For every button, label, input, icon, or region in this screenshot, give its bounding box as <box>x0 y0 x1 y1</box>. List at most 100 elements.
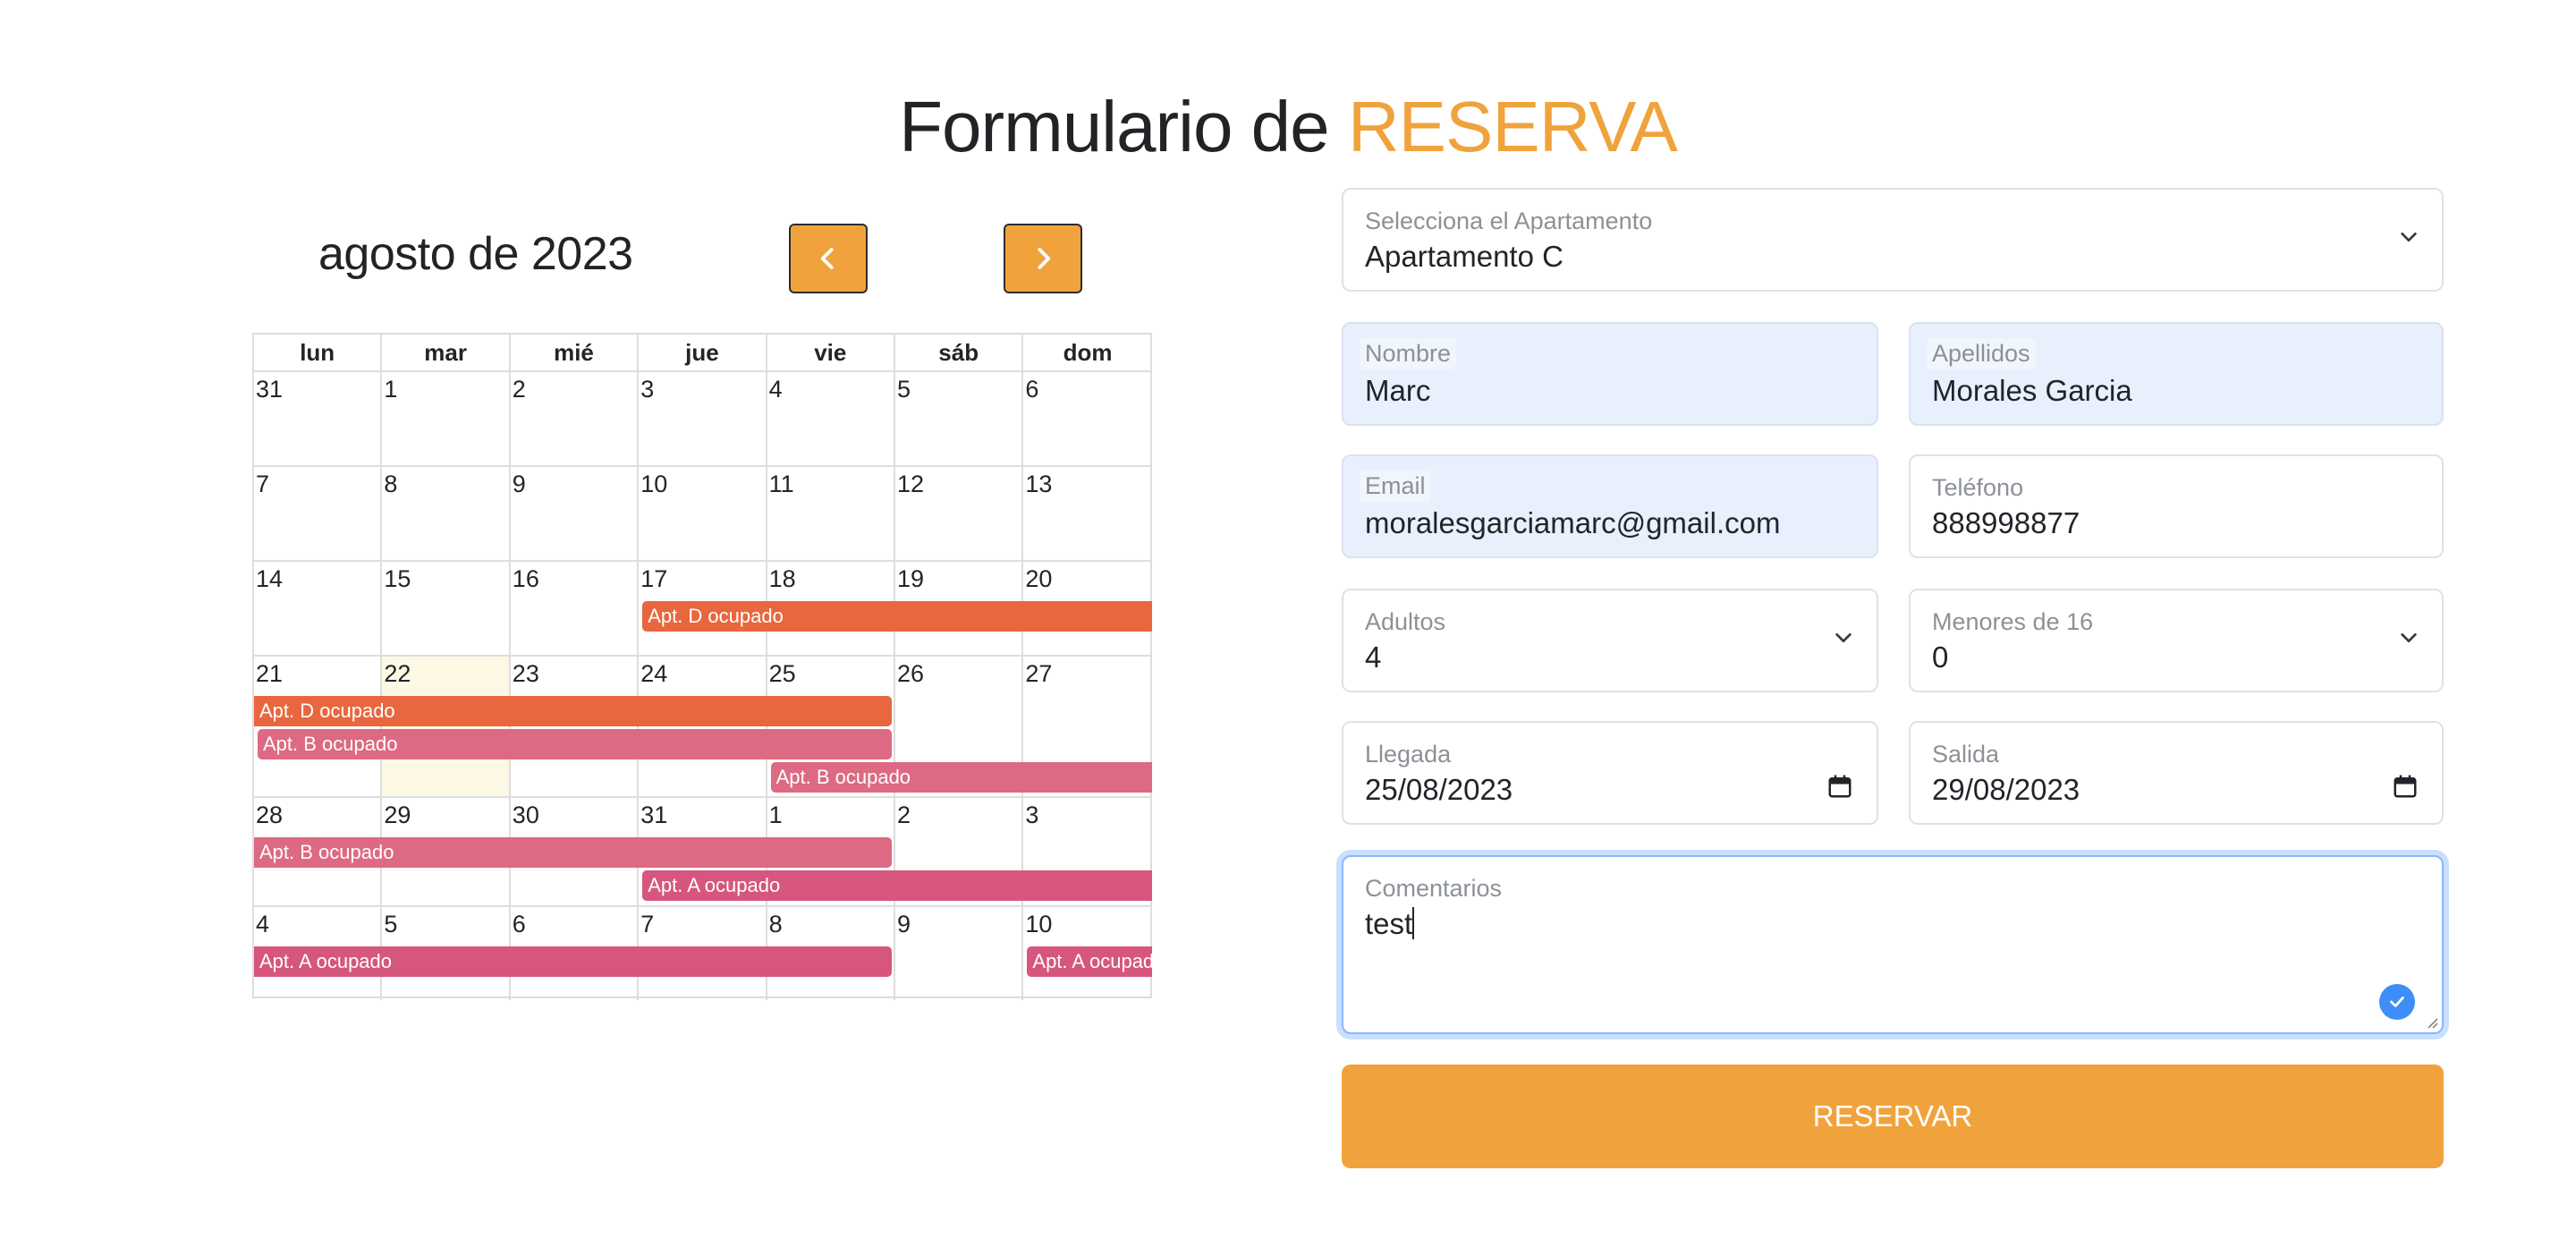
calendar-day-cell[interactable]: 14 <box>254 562 383 657</box>
adultos-value: 4 <box>1365 640 1382 674</box>
day-number: 7 <box>256 471 270 497</box>
day-number: 7 <box>640 911 655 937</box>
day-number: 6 <box>512 911 526 937</box>
calendar-day-cell[interactable]: 5 <box>895 372 1024 467</box>
apellidos-field[interactable]: Apellidos Morales Garcia <box>1909 322 2444 426</box>
day-number: 15 <box>384 565 411 592</box>
calendar-icon[interactable] <box>2392 773 2419 800</box>
booking-event[interactable]: Apt. A ocupado <box>642 870 1152 901</box>
day-number: 6 <box>1025 376 1039 403</box>
reservar-button[interactable]: RESERVAR <box>1342 1065 2444 1168</box>
day-number: 8 <box>768 911 783 937</box>
next-month-button[interactable] <box>1004 224 1082 293</box>
day-number: 5 <box>384 911 398 937</box>
day-number: 25 <box>768 660 796 687</box>
nombre-field[interactable]: Nombre Marc <box>1342 322 1878 426</box>
calendar-day-cell[interactable]: 3 <box>639 372 767 467</box>
apartment-select[interactable]: Selecciona el Apartamento Apartamento C <box>1342 188 2444 292</box>
day-number: 1 <box>768 802 783 828</box>
calendar-day-cell[interactable]: 4 <box>767 372 895 467</box>
calendar-icon[interactable] <box>1826 773 1853 800</box>
telefono-field[interactable]: Teléfono 888998877 <box>1909 454 2444 558</box>
day-number: 1 <box>384 376 398 403</box>
comentarios-text: test <box>1365 907 1413 940</box>
page-title-prefix: Formulario de <box>899 87 1330 166</box>
weekday-header: sáb <box>895 335 1024 372</box>
booking-event[interactable]: Apt. D ocupado <box>254 696 892 726</box>
salida-label: Salida <box>1932 741 2000 768</box>
day-number: 11 <box>768 471 794 497</box>
day-number: 13 <box>1025 471 1053 497</box>
calendar-day-cell[interactable]: 23 <box>510 657 640 798</box>
calendar-day-cell[interactable]: 1 <box>382 372 511 467</box>
calendar-day-cell[interactable]: 24 <box>639 657 767 798</box>
calendar-day-cell[interactable]: 11 <box>767 467 895 562</box>
nombre-value: Marc <box>1365 374 1431 407</box>
day-number: 5 <box>897 376 911 403</box>
calendar-day-cell[interactable]: 8 <box>382 467 511 562</box>
llegada-date-input[interactable]: Llegada 25/08/2023 <box>1342 721 1878 825</box>
booking-event[interactable]: Apt. D ocupado <box>642 601 1152 632</box>
booking-event[interactable]: Apt. B ocupado <box>254 837 892 868</box>
booking-event[interactable]: Apt. A ocupado <box>254 946 892 977</box>
day-number: 8 <box>384 471 398 497</box>
calendar-day-cell[interactable]: 9 <box>895 907 1024 1000</box>
day-number: 26 <box>897 660 925 687</box>
booking-event[interactable]: Apt. B ocupado <box>258 729 892 759</box>
prev-month-button[interactable] <box>789 224 868 293</box>
calendar-day-cell[interactable]: 31 <box>254 372 383 467</box>
calendar-month-title: agosto de 2023 <box>318 228 633 280</box>
day-number: 28 <box>256 802 284 828</box>
day-number: 29 <box>384 802 411 828</box>
llegada-label: Llegada <box>1365 741 1452 768</box>
telefono-label: Teléfono <box>1932 474 2024 501</box>
day-number: 18 <box>768 565 796 592</box>
page-title-accent: RESERVA <box>1347 87 1678 166</box>
calendar-day-cell[interactable]: 21 <box>254 657 383 798</box>
calendar-day-cell[interactable]: 13 <box>1023 467 1152 562</box>
chevron-left-icon <box>820 248 834 269</box>
calendar-day-cell[interactable]: 10 <box>639 467 767 562</box>
booking-event[interactable]: Apt. B ocupado <box>770 762 1152 793</box>
weekday-header: vie <box>767 335 895 372</box>
calendar-day-cell[interactable]: 6 <box>1023 372 1152 467</box>
adultos-select[interactable]: Adultos 4 <box>1342 589 1878 692</box>
day-number: 17 <box>640 565 668 592</box>
chevron-down-icon <box>2401 232 2417 242</box>
day-number: 19 <box>897 565 925 592</box>
day-number: 2 <box>897 802 911 828</box>
chevron-down-icon <box>2401 632 2417 643</box>
text-caret <box>1412 907 1415 939</box>
menores-select[interactable]: Menores de 16 0 <box>1909 589 2444 692</box>
day-number: 4 <box>256 911 270 937</box>
day-number: 30 <box>512 802 539 828</box>
apartment-select-label: Selecciona el Apartamento <box>1365 208 1653 234</box>
calendar-day-cell[interactable]: 9 <box>510 467 640 562</box>
comentarios-textarea[interactable]: Comentarios test <box>1342 855 2444 1034</box>
calendar-day-cell[interactable]: 7 <box>254 467 383 562</box>
menores-value: 0 <box>1932 640 1949 674</box>
day-number: 31 <box>640 802 668 828</box>
calendar-day-cell[interactable]: 2 <box>510 372 640 467</box>
comentarios-label: Comentarios <box>1365 875 1503 902</box>
day-number: 2 <box>512 376 526 403</box>
day-number: 16 <box>512 565 539 592</box>
email-field[interactable]: Email moralesgarciamarc@gmail.com <box>1342 454 1878 558</box>
calendar-day-cell[interactable]: 15 <box>382 562 511 657</box>
email-value: moralesgarciamarc@gmail.com <box>1365 506 1781 539</box>
salida-date-input[interactable]: Salida 29/08/2023 <box>1909 721 2444 825</box>
weekday-header: dom <box>1023 335 1152 372</box>
resize-handle-icon[interactable] <box>2424 1014 2438 1029</box>
calendar-day-cell[interactable]: 12 <box>895 467 1024 562</box>
comentarios-value: test <box>1365 907 1415 941</box>
calendar-day-cell-today[interactable]: 22 <box>382 657 511 798</box>
weekday-header: jue <box>639 335 767 372</box>
booking-event[interactable]: Apt. A ocupado <box>1027 946 1152 977</box>
apellidos-value: Morales Garcia <box>1932 374 2132 407</box>
nombre-label: Nombre <box>1360 338 1457 369</box>
adultos-label: Adultos <box>1365 608 1446 635</box>
chevron-right-icon <box>1038 248 1051 269</box>
day-number: 9 <box>897 911 911 937</box>
calendar-day-cell[interactable]: 16 <box>510 562 640 657</box>
check-icon <box>2379 984 2415 1020</box>
